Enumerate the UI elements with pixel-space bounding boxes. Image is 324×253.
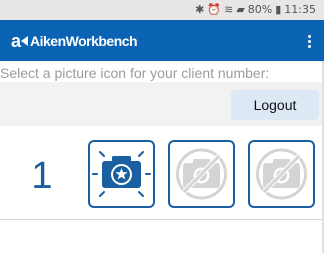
picture-icon-button-unavailable-2[interactable] (248, 140, 315, 208)
status-bar: ✱ ⏰ ≋ ▰ 80% ▮ 11:35 (0, 0, 324, 20)
picture-icon-button-unavailable-1[interactable] (168, 140, 235, 208)
logout-button[interactable]: Logout (231, 90, 319, 120)
picture-icon-button-camera[interactable] (88, 140, 155, 208)
app-logo: a AikenWorkbench (10, 29, 138, 53)
bottom-area (0, 220, 324, 253)
overflow-menu-icon[interactable] (304, 30, 314, 52)
client-number: 1 (31, 155, 53, 197)
logo-mark-icon: a (10, 30, 29, 52)
app-title: AikenWorkbench (30, 33, 138, 49)
svg-text:a: a (11, 31, 22, 51)
battery-icon: ▮ (275, 3, 282, 16)
signal-icon: ▰ (236, 3, 245, 16)
instruction-text: Select a picture icon for your client nu… (0, 65, 270, 81)
clock: 11:35 (284, 3, 316, 16)
battery-percentage: 80% (247, 3, 273, 16)
status-icons: ✱ ⏰ ≋ ▰ 80% ▮ 11:35 (195, 0, 316, 20)
app-bar: a AikenWorkbench (0, 20, 324, 61)
alarm-icon: ⏰ (207, 3, 222, 16)
camera-disabled-icon (176, 148, 227, 200)
bluetooth-icon: ✱ (195, 3, 205, 16)
camera-disabled-icon (256, 148, 307, 200)
camera-star-icon (92, 151, 151, 197)
wifi-icon: ≋ (224, 3, 234, 16)
